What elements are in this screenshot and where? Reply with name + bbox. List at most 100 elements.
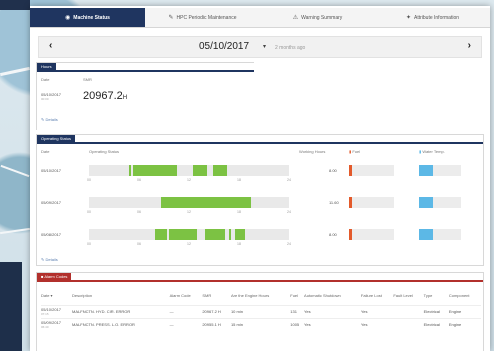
alarm-cell-text: Engine <box>448 322 462 328</box>
timeline-tick-label: 12 <box>187 242 191 246</box>
tab-attribute-information[interactable]: ✦ Attribute Information <box>375 8 490 27</box>
working-hours-value: 11.60 <box>329 200 339 205</box>
col-operating-status: Operating Status <box>89 149 120 154</box>
alarm-cell-text: Engine <box>448 309 462 314</box>
alarm-cell-text: — <box>169 309 174 314</box>
operating-row-date: 05/08/2017 <box>41 232 62 237</box>
col-working-hours: Working Hours <box>299 149 326 154</box>
alarm-cell-component: Engine <box>448 304 481 318</box>
thermometer-icon: ▮ <box>419 149 422 154</box>
tab-label: Attribute Information <box>414 14 460 21</box>
alarm-cell-fuel: 1005 <box>290 317 305 331</box>
fuel-gauge <box>349 197 394 208</box>
operating-segment <box>133 165 177 176</box>
hours-time: 00:00 <box>41 97 49 101</box>
alarm-cell-text: Yes <box>360 322 368 328</box>
timeline-tick-label: 18 <box>237 178 241 182</box>
operating-row-date: 05/09/2017 <box>41 200 62 205</box>
alarm-cell-date: 05/09/2017 06:40 <box>41 317 73 331</box>
alarm-cell-text: Electrical <box>423 322 440 328</box>
operating-status-section: Operating Status Date Operating Status W… <box>36 134 484 266</box>
alarm-cell-type: Electrical <box>423 304 449 318</box>
alarm-column-header: Fault Level <box>393 293 413 299</box>
fuel-gauge <box>349 165 394 176</box>
alarm-row[interactable]: 05/10/2017 07:15 MALFNCTN. HYD. CIR. ERROR… <box>41 304 481 318</box>
tab-hpc-periodic-maintenance[interactable]: ✎ HPC Periodic Maintenance <box>145 8 260 27</box>
alarm-cell-engine: 15 min <box>230 317 291 331</box>
hours-details-link[interactable]: ✎ Details <box>41 117 58 122</box>
warning-icon: ⚠ <box>292 15 299 21</box>
alarm-table-header: Date ▾ Description Alarm Code SMR Are the En… <box>41 287 481 305</box>
col-fuel: ▮ Fuel <box>349 149 360 154</box>
wrench-icon: ✎ <box>168 15 174 21</box>
next-date-button[interactable]: › <box>468 40 471 51</box>
tag-icon: ✦ <box>405 15 411 21</box>
alarm-row[interactable]: 05/09/2017 06:40 MALFNCTN. PRESS. L.O. ERR… <box>41 317 481 331</box>
alarm-cell-smr: 20955.1 H <box>202 317 231 331</box>
gauge-icon: ◉ <box>65 15 71 21</box>
alarm-cell-description: MALFNCTN. PRESS. L.O. ERROR <box>72 317 170 331</box>
timeline-tick-label: 12 <box>187 178 191 182</box>
smr-unit: H <box>122 95 128 101</box>
selected-date[interactable]: 05/10/2017 <box>199 41 249 52</box>
alarm-column-header[interactable]: Date ▾ <box>41 287 72 305</box>
operating-segment <box>155 229 167 240</box>
alarm-cell-lost: Yes <box>360 317 394 331</box>
relative-date: 2 months ago <box>275 45 306 51</box>
water-temp-level <box>419 229 433 240</box>
alarm-codes-section: ■ Alarm Codes Date ▾ Description Alarm Cod… <box>36 272 484 351</box>
section-tag: Hours <box>37 63 56 71</box>
tab-warning-summary[interactable]: ⚠ Warning Summary <box>260 8 375 27</box>
fuel-level <box>349 229 352 240</box>
alarm-cell-fuel: 131 <box>290 304 305 318</box>
smr-value: 20967.2H <box>83 90 127 102</box>
alarm-cell-date: 05/10/2017 07:15 <box>41 304 73 318</box>
timeline-tick-label: 00 <box>87 242 91 246</box>
alarm-column-header: Fuel <box>290 293 299 299</box>
alarm-cell-description: MALFNCTN. HYD. CIR. ERROR <box>72 304 170 318</box>
timeline-tick-label: 00 <box>87 178 91 182</box>
alarm-cell-text: — <box>169 322 174 328</box>
col-water-temp: ▮ Water Temp. <box>419 149 445 154</box>
date-label: Date <box>41 77 50 82</box>
operating-row-date: 05/10/2017 <box>41 168 62 173</box>
working-hours-value: 8.00 <box>329 168 337 173</box>
alarm-cell-text: 1005 <box>290 322 300 328</box>
alarm-cell-auto: Yes <box>304 304 361 318</box>
water-temp-level <box>419 165 433 176</box>
alarm-cell-text: Yes <box>304 322 311 328</box>
operating-segment <box>213 165 227 176</box>
tab-label: Machine Status <box>73 14 110 21</box>
tab-machine-status[interactable]: ◉ Machine Status <box>30 8 145 27</box>
operating-segment <box>161 197 251 208</box>
alarm-time: 06:40 <box>41 325 49 330</box>
tab-label: Warning Summary <box>301 14 343 21</box>
fuel-level <box>349 197 352 208</box>
alarm-cell-level <box>393 317 424 331</box>
alarm-cell-text: Yes <box>360 309 368 314</box>
alarm-cell-text: MALFNCTN. PRESS. L.O. ERROR <box>72 322 135 328</box>
fuel-level <box>349 165 352 176</box>
alarm-column-header: Automatic Shutdown <box>304 293 341 299</box>
chevron-down-icon[interactable]: ▾ <box>263 43 266 50</box>
alarm-cell-text: 20955.1 H <box>202 322 221 328</box>
timeline-tick-label: 06 <box>137 178 141 182</box>
alarm-cell-text: 20967.2 H <box>202 309 221 314</box>
operating-segment <box>129 165 131 176</box>
link-label: Details <box>45 117 58 122</box>
water-temp-level <box>419 197 433 208</box>
timeline-tick-label: 18 <box>237 210 241 214</box>
tab-bar: ◉ Machine Status ✎ HPC Periodic Maintena… <box>30 8 490 28</box>
fuel-gauge <box>349 229 394 240</box>
alarm-cell-text: Electrical <box>423 309 440 314</box>
alarm-cell-smr: 20967.2 H <box>202 304 231 318</box>
operating-details-link[interactable]: ✎ Details <box>41 257 58 262</box>
alarm-column-header: SMR <box>202 293 212 299</box>
alarm-cell-text: Yes <box>304 309 311 314</box>
operating-segment <box>193 165 207 176</box>
water-temp-gauge <box>419 197 461 208</box>
timeline-tick-label: 06 <box>137 210 141 214</box>
prev-date-button[interactable]: ‹ <box>49 40 52 51</box>
alarm-column-header: Type <box>423 293 433 299</box>
col-temp-label: Water Temp. <box>422 149 445 154</box>
